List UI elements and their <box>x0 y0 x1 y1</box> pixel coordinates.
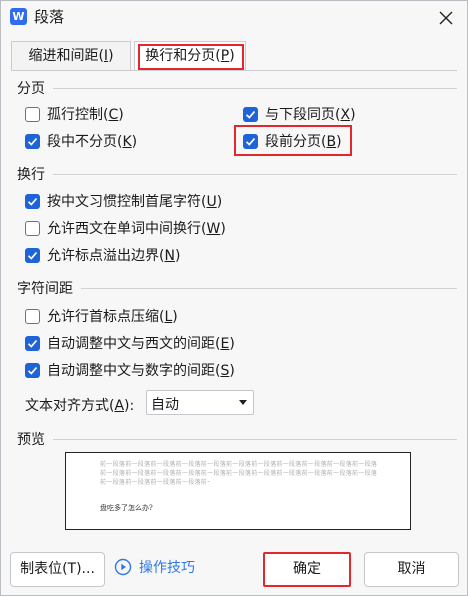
paragraph-dialog: W 段落 缩进和间距(I) 换行和分页(P) 分页 孤行控制(C) 与下段同页(… <box>0 0 468 596</box>
preview-prev-line: 前一段落前一段落前一段落前一段落前一段落前一段落前一段落前一段落前一段落前一段落… <box>100 461 378 468</box>
label: 允许西文在单词中间换行( <box>47 221 207 237</box>
tab-line-page-break[interactable]: 换行和分页(P) <box>134 41 246 71</box>
ok-button[interactable]: 确定 <box>263 552 351 587</box>
preview-prev-line: 前一段落前一段落前一段落前一段落前一段落前一段落前一段落前一段落前一段落前一段落… <box>100 470 378 477</box>
text-alignment-label: 文本对齐方式(A): <box>25 395 134 415</box>
section-divider <box>53 439 457 440</box>
label: 允许标点溢出边界( <box>47 248 165 264</box>
checkbox-auto-space-cn-num[interactable]: 自动调整中文与数字的间距(S) <box>25 359 235 381</box>
checkbox-chinese-rules[interactable]: 按中文习惯控制首尾字符(U) <box>25 190 222 212</box>
title-bar: W 段落 <box>1 1 467 33</box>
select-value: 自动 <box>151 397 179 413</box>
preview-current-paragraph: 盘吃多了怎么办? <box>100 504 153 512</box>
label: 段中不分页( <box>47 134 123 150</box>
play-circle-icon <box>114 558 132 576</box>
access-key: C <box>108 107 119 123</box>
checkmark-icon <box>27 366 38 375</box>
tab-label: 缩进和间距( <box>28 48 104 64</box>
label: 允许行首标点压缩( <box>47 309 165 325</box>
label: 与下段同页( <box>265 107 341 123</box>
checkbox-word-break[interactable]: 允许西文在单词中间换行(W) <box>25 217 226 239</box>
checkbox-punctuation-overflow[interactable]: 允许标点溢出边界(N) <box>25 244 180 266</box>
checkbox-orphan-control[interactable]: 孤行控制(C) <box>25 103 124 125</box>
checkbox-box <box>25 220 40 236</box>
tab-indent-spacing[interactable]: 缩进和间距(I) <box>11 41 131 71</box>
wps-writer-icon: W <box>10 8 27 25</box>
label: 按中文习惯控制首尾字符( <box>47 194 207 210</box>
checkbox-compress-punctuation[interactable]: 允许行首标点压缩(L) <box>25 305 178 327</box>
checkbox-box <box>25 247 40 263</box>
label-end: ) <box>220 221 226 237</box>
checkbox-keep-lines-together[interactable]: 段中不分页(K) <box>25 130 137 152</box>
label-end: ) <box>174 248 181 264</box>
section-line-break-header: 换行 <box>17 167 45 183</box>
label-end: ) <box>350 107 356 123</box>
text-alignment-select[interactable]: 自动 <box>146 390 254 415</box>
label-end: ): <box>124 398 135 414</box>
dropdown-arrow-icon <box>239 400 247 405</box>
checkmark-icon <box>27 339 38 348</box>
highlight-box <box>138 44 244 70</box>
label-end: ) <box>229 363 235 379</box>
checkbox-box <box>243 106 258 122</box>
preview-prev-line: 前一段落前一段落前一段落前一段落前一段落前一段落前一段落前一段落前一段落前一段落… <box>100 479 210 486</box>
access-key: U <box>206 194 217 210</box>
label-end: ) <box>131 134 138 150</box>
checkmark-icon <box>27 137 38 146</box>
checkbox-box <box>25 362 40 378</box>
tab-label-end: ) <box>108 48 114 64</box>
section-divider <box>53 174 457 175</box>
cancel-button[interactable]: 取消 <box>364 552 459 587</box>
label: 孤行控制( <box>47 107 109 123</box>
label: 自动调整中文与数字的间距( <box>47 363 221 379</box>
section-divider <box>81 288 457 289</box>
checkbox-box <box>25 335 40 351</box>
preview-box: 前一段落前一段落前一段落前一段落前一段落前一段落前一段落前一段落前一段落前一段落… <box>65 452 411 530</box>
access-key: E <box>220 336 230 352</box>
tab-divider <box>11 70 457 71</box>
tabs-button[interactable]: 制表位(T)... <box>10 552 105 587</box>
checkbox-box <box>25 308 40 324</box>
section-pagination-header: 分页 <box>17 81 45 97</box>
checkbox-auto-space-cn-en[interactable]: 自动调整中文与西文的间距(E) <box>25 332 235 354</box>
checkmark-icon <box>27 251 38 260</box>
label-end: ) <box>118 107 124 123</box>
label: 自动调整中文与西文的间距( <box>47 336 221 352</box>
checkbox-box <box>25 193 40 209</box>
section-char-spacing-header: 字符间距 <box>17 281 73 297</box>
highlight-box <box>234 125 352 156</box>
access-key: N <box>164 248 175 264</box>
checkbox-box <box>25 133 40 149</box>
label-end: ) <box>229 336 235 352</box>
label-end: ) <box>216 194 223 210</box>
checkmark-icon <box>27 197 38 206</box>
checkbox-box <box>25 106 40 122</box>
label: 文本对齐方式( <box>25 398 115 414</box>
operation-tips-link[interactable]: 操作技巧 <box>114 557 195 577</box>
checkmark-icon <box>245 110 256 119</box>
dialog-title: 段落 <box>34 8 65 26</box>
access-key: K <box>122 134 132 150</box>
section-divider <box>53 88 457 89</box>
close-icon <box>439 11 453 25</box>
access-key: W <box>206 221 221 237</box>
checkbox-keep-with-next[interactable]: 与下段同页(X) <box>243 103 356 125</box>
label-end: ) <box>172 309 178 325</box>
close-button[interactable] <box>435 7 457 29</box>
access-key: A <box>114 398 125 414</box>
access-key: X <box>340 107 351 123</box>
tips-label: 操作技巧 <box>139 560 195 576</box>
section-preview-header: 预览 <box>17 432 45 448</box>
